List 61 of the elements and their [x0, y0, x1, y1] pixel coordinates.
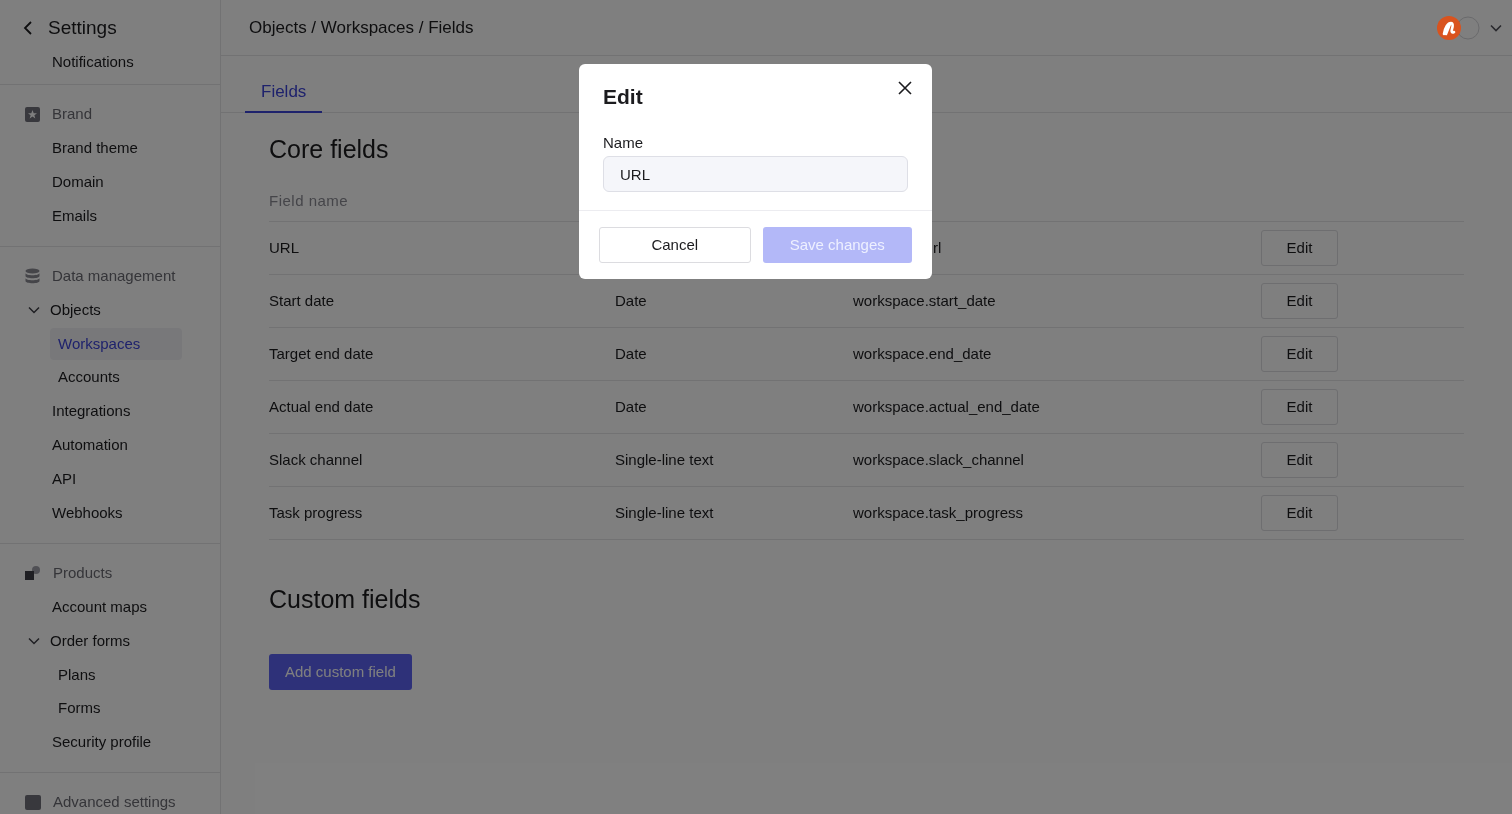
table-cell-text: Target end date: [269, 343, 375, 364]
field-label: Name: [603, 133, 643, 152]
close-icon[interactable]: [898, 81, 912, 95]
table-cell-text: Start date: [269, 290, 336, 311]
sidebar-item[interactable]: Domain: [0, 165, 220, 199]
table-cell: workspace.slack_channel: [853, 450, 1024, 468]
table-cell-text: Date: [615, 396, 648, 417]
sidebar-item[interactable]: Notifications: [0, 56, 220, 79]
table-cell: workspace.actual_end_date: [853, 397, 1040, 415]
table-cell-text: URL: [269, 237, 300, 258]
edit-button[interactable]: Edit: [1261, 283, 1338, 319]
tab[interactable]: Fields: [245, 56, 323, 113]
sidebar-item[interactable]: Objects: [50, 298, 101, 322]
chevron-down-icon[interactable]: [1490, 23, 1502, 32]
database-icon: [25, 268, 40, 284]
sidebar-title: Settings: [48, 15, 117, 40]
back-icon[interactable]: [22, 20, 34, 36]
column-header: Field name: [269, 191, 350, 212]
edit-button[interactable]: Edit: [1261, 230, 1338, 266]
add-custom-field-button[interactable]: Add custom field: [269, 654, 412, 690]
sidebar-item[interactable]: Forms: [50, 692, 182, 724]
sidebar-item[interactable]: Brand theme: [0, 131, 220, 165]
table-cell: rl: [933, 238, 942, 256]
table-cell: workspace.task_progress: [853, 503, 1024, 521]
sidebar-item[interactable]: Account maps: [0, 590, 220, 624]
table-cell-text: Slack channel: [269, 449, 364, 470]
table-cell: workspace.end_date: [853, 344, 992, 362]
section-heading: Brand: [52, 103, 93, 124]
name-input-field[interactable]: URL: [603, 156, 908, 192]
breadcrumb: Objects / Workspaces / Fields: [249, 16, 474, 39]
table-cell-text: Date: [615, 343, 648, 364]
sidebar-item[interactable]: API: [0, 462, 220, 496]
avatar[interactable]: [1436, 14, 1462, 41]
cancel-button[interactable]: Cancel: [599, 227, 751, 263]
section-title: Custom fields: [269, 584, 421, 615]
dialog-title: Edit: [603, 84, 643, 110]
edit-button[interactable]: Edit: [1261, 389, 1338, 425]
sidebar-item[interactable]: Order forms: [50, 629, 130, 653]
sidebar-item[interactable]: Integrations: [0, 394, 220, 428]
edit-button[interactable]: Edit: [1261, 336, 1338, 372]
sidebar-item[interactable]: Webhooks: [0, 496, 220, 530]
edit-button[interactable]: Edit: [1261, 442, 1338, 478]
sidebar-item[interactable]: Emails: [0, 199, 220, 233]
section-heading: Products: [53, 562, 113, 583]
table-cell-text: Date: [615, 290, 648, 311]
sidebar-item[interactable]: Workspaces: [50, 328, 182, 360]
chevron-down-icon[interactable]: [28, 306, 40, 314]
sidebar-item[interactable]: Accounts: [50, 361, 182, 393]
edit-button[interactable]: Edit: [1261, 495, 1338, 531]
sidebar-item[interactable]: Automation: [0, 428, 220, 462]
table-cell-text: Single-line text: [615, 449, 715, 470]
sidebar-item[interactable]: Security profile: [0, 725, 220, 759]
section-heading: Advanced settings: [53, 791, 176, 812]
table-cell-text: Task progress: [269, 502, 364, 523]
table-cell-text: Actual end date: [269, 396, 375, 417]
sidebar-item[interactable]: Plans: [50, 659, 182, 691]
chevron-down-icon[interactable]: [28, 637, 40, 645]
table-cell-text: Single-line text: [615, 502, 715, 523]
table-cell: workspace.start_date: [853, 291, 996, 309]
section-title: Core fields: [269, 134, 389, 165]
section-heading: Data management: [52, 265, 176, 286]
